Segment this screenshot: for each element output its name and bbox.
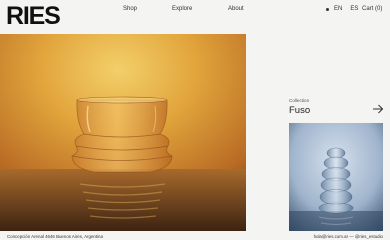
brand-logo[interactable]: RIES: [6, 3, 61, 29]
collection-thumbnail[interactable]: [289, 123, 383, 231]
site-header: RIES Shop Explore About EN ES Cart (0): [0, 0, 390, 32]
language-switcher: EN ES: [326, 6, 358, 12]
collection-kicker: Collection: [289, 98, 310, 103]
nav-explore-link[interactable]: Explore: [172, 6, 192, 12]
cart-link[interactable]: Cart (0): [362, 6, 382, 12]
collection-name[interactable]: Fuso: [289, 105, 310, 116]
footer-contact[interactable]: hola@ries.com.ar — @ries_estudio: [314, 234, 383, 239]
lang-es-option[interactable]: ES: [350, 6, 358, 12]
amber-glass-photo: [0, 34, 246, 231]
site-footer: Concepción Arenal 4646 Buenos Aires, Arg…: [0, 232, 390, 240]
nav-shop-link[interactable]: Shop: [123, 6, 137, 12]
active-language-dot-icon: [326, 7, 329, 11]
blue-vase-photo: [289, 123, 383, 231]
hero-image: [0, 34, 246, 231]
lang-en-option[interactable]: EN: [334, 6, 342, 12]
footer-address: Concepción Arenal 4646 Buenos Aires, Arg…: [7, 233, 103, 239]
nav-about-link[interactable]: About: [228, 6, 244, 12]
collection-panel: Collection Fuso: [289, 98, 384, 116]
arrow-right-icon[interactable]: [372, 103, 384, 115]
